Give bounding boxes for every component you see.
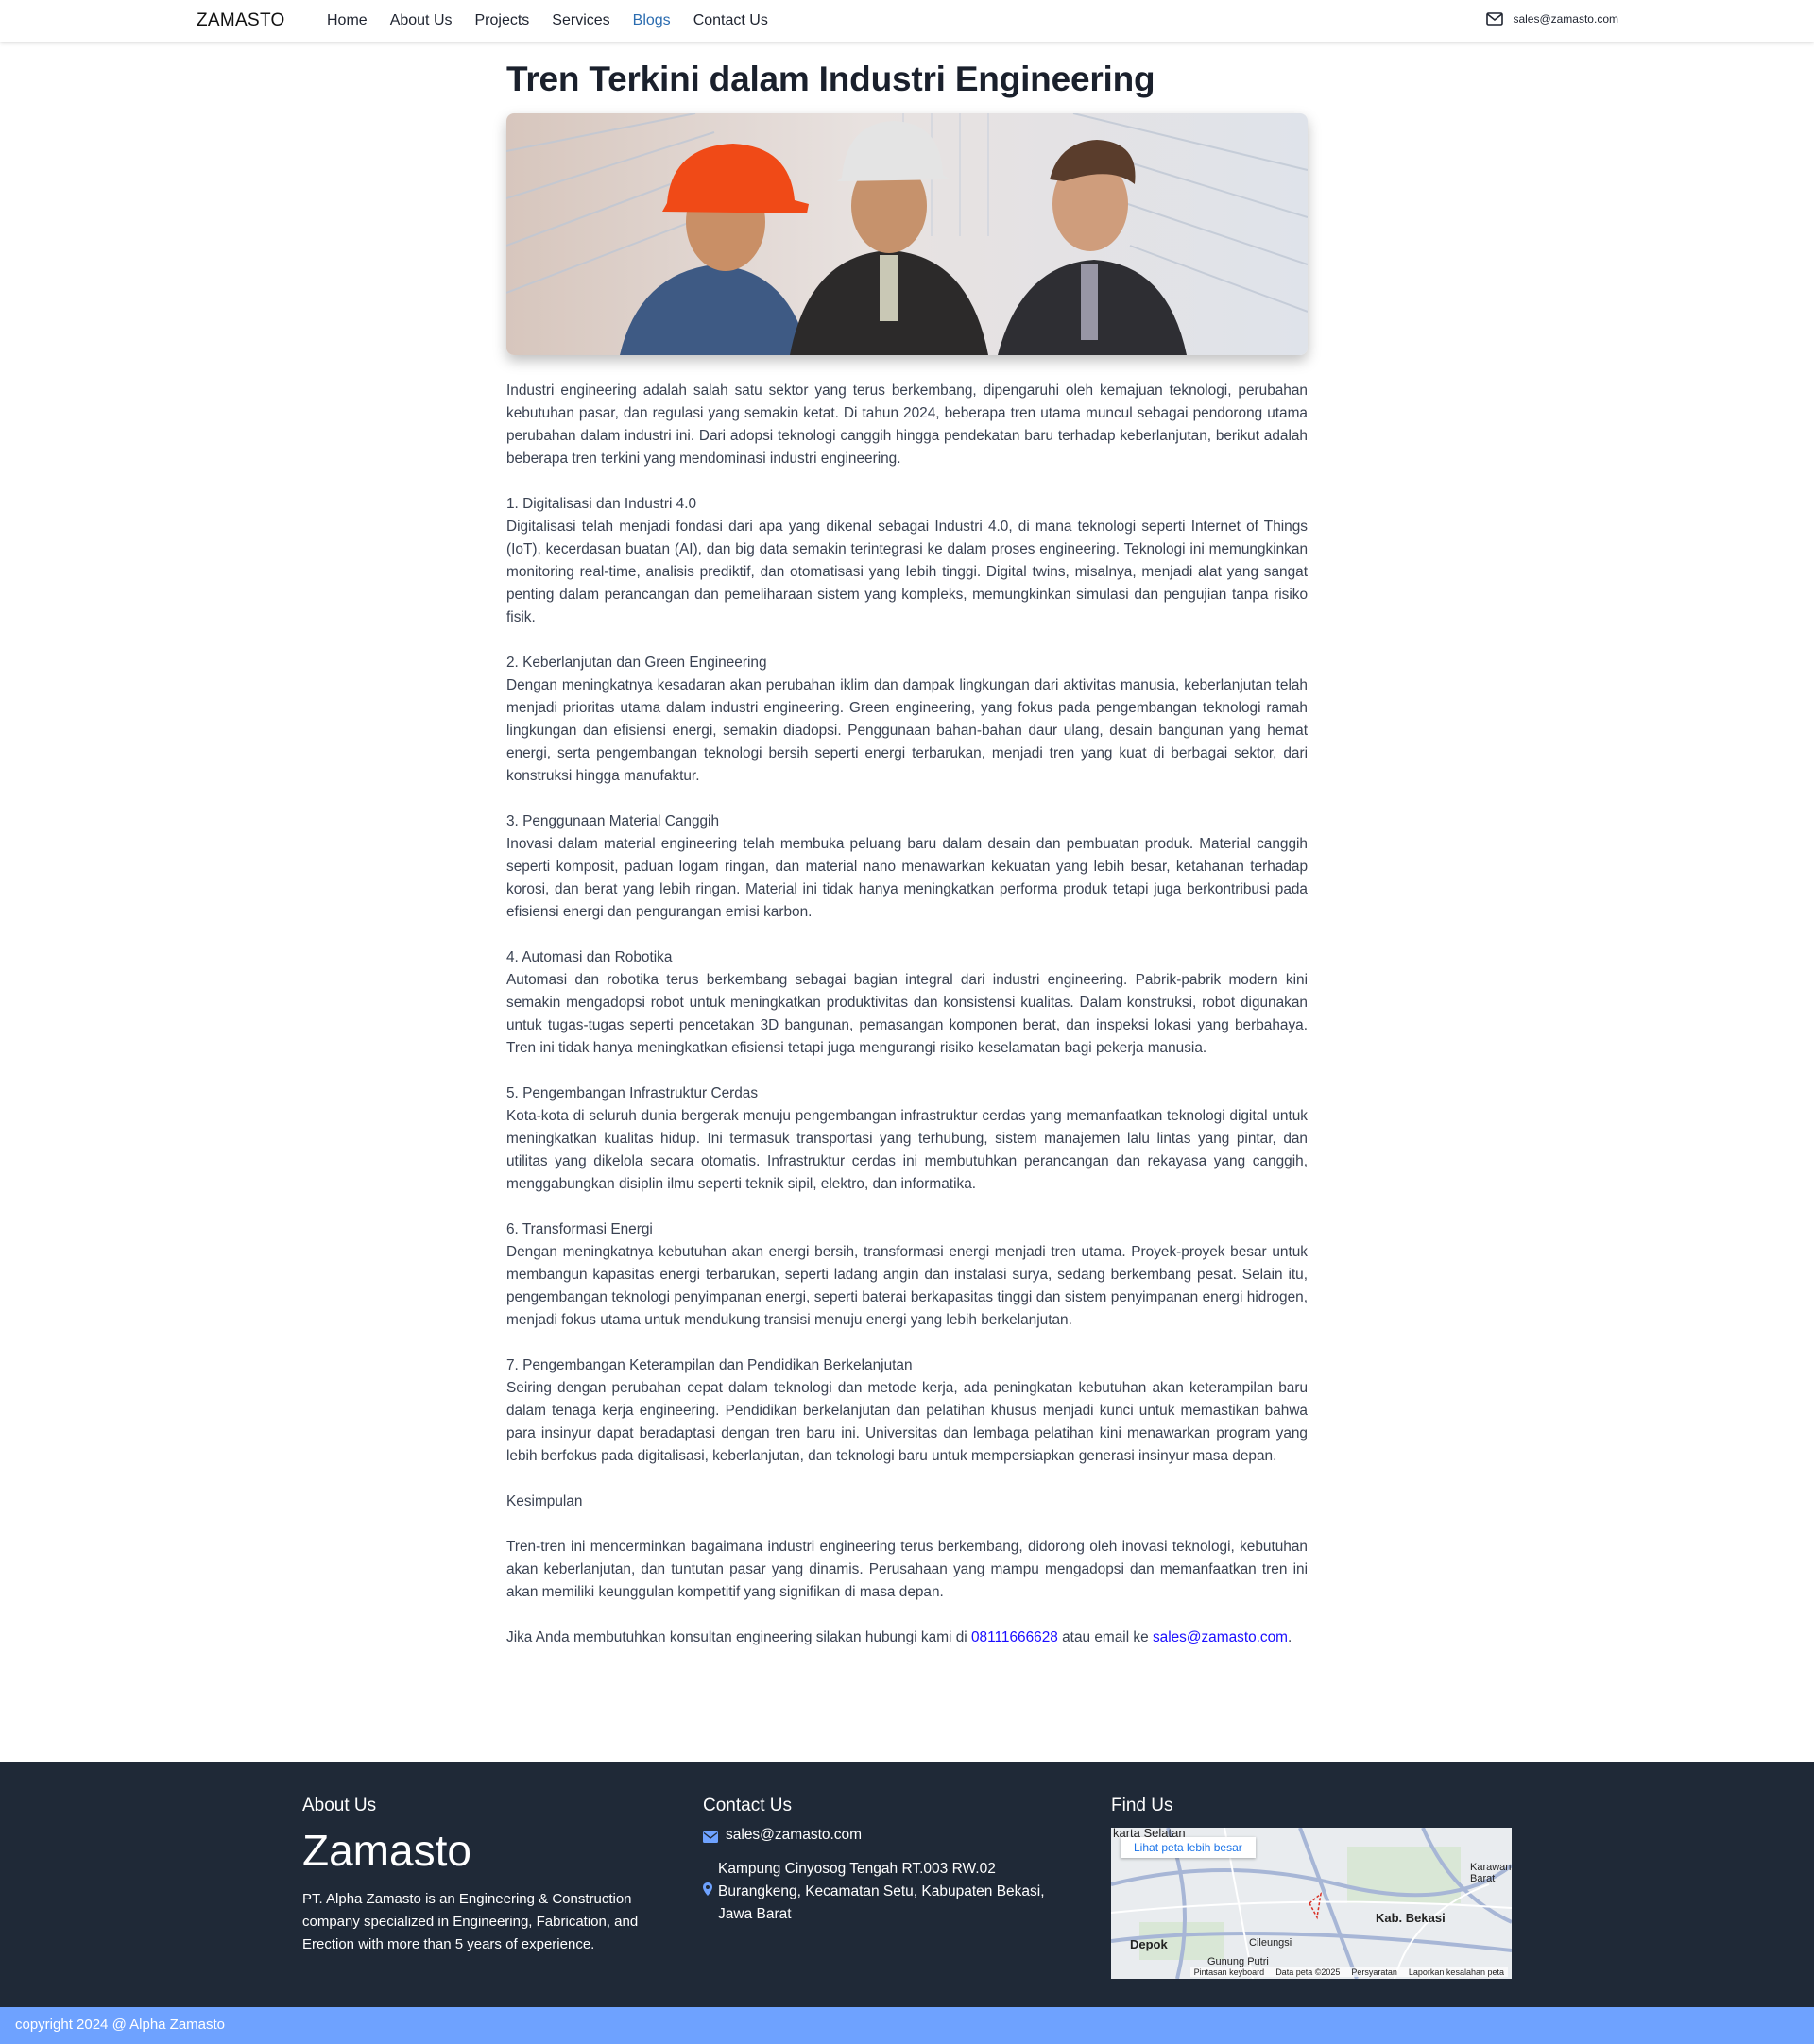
map-attribution: Pintasan keyboard Data peta ©2025 Persya…: [1189, 1967, 1508, 1977]
article-intro: Industri engineering adalah salah satu s…: [506, 383, 1308, 467]
footer-company-name: Zamasto: [302, 1826, 471, 1875]
article-section: 4. Automasi dan Robotika Automasi dan ro…: [506, 946, 1308, 1060]
nav-links: Home About Us Projects Services Blogs Co…: [327, 12, 791, 29]
article-content: Industri engineering adalah salah satu s…: [506, 380, 1308, 1649]
footer-contact-heading: Contact Us: [703, 1796, 792, 1815]
nav-link-about-us[interactable]: About Us: [390, 12, 453, 29]
section-title: 1. Digitalisasi dan Industri 4.0: [506, 496, 697, 512]
brand-logo[interactable]: ZAMASTO: [197, 10, 285, 31]
footer-address-row: Kampung Cinyosog Tengah RT.003 RW.02 Bur…: [703, 1858, 1081, 1926]
copyright-text: copyright 2024 @ Alpha Zamasto: [15, 2017, 226, 2033]
section-title: 4. Automasi dan Robotika: [506, 949, 673, 965]
nav-link-services[interactable]: Services: [552, 12, 609, 29]
contact-cta: Jika Anda membutuhkan konsultan engineer…: [506, 1627, 1308, 1649]
envelope-icon: [1486, 12, 1504, 26]
section-title: 3. Penggunaan Material Canggih: [506, 813, 720, 829]
nav-link-contact-us[interactable]: Contact Us: [693, 12, 768, 29]
article-section: 6. Transformasi Energi Dengan meningkatn…: [506, 1218, 1308, 1332]
map-data-credit: Data peta ©2025: [1275, 1967, 1341, 1977]
cta-suffix: .: [1288, 1629, 1292, 1645]
conclusion-title: Kesimpulan: [506, 1493, 583, 1509]
conclusion-text: Tren-tren ini mencerminkan bagaimana ind…: [506, 1539, 1308, 1600]
section-body: Kota-kota di seluruh dunia bergerak menu…: [506, 1108, 1308, 1192]
map-report-error[interactable]: Laporkan kesalahan peta: [1409, 1967, 1504, 1977]
article-section: 1. Digitalisasi dan Industri 4.0 Digital…: [506, 493, 1308, 629]
section-title: 6. Transformasi Energi: [506, 1221, 653, 1237]
map-terms[interactable]: Persyaratan: [1351, 1967, 1397, 1977]
section-title: 5. Pengembangan Infrastruktur Cerdas: [506, 1085, 759, 1101]
view-larger-map-button[interactable]: Lihat peta lebih besar: [1121, 1837, 1256, 1858]
nav-link-home[interactable]: Home: [327, 12, 368, 29]
article-section: 3. Penggunaan Material Canggih Inovasi d…: [506, 810, 1308, 924]
section-body: Digitalisasi telah menjadi fondasi dari …: [506, 519, 1308, 625]
section-body: Dengan meningkatnya kebutuhan akan energ…: [506, 1244, 1308, 1328]
article-section: 7. Pengembangan Keterampilan dan Pendidi…: [506, 1354, 1308, 1468]
article-title: Tren Terkini dalam Industri Engineering: [506, 60, 1155, 98]
cta-phone-link[interactable]: 08111666628: [971, 1629, 1058, 1645]
section-body: Automasi dan robotika terus berkembang s…: [506, 972, 1308, 1056]
footer-address: Kampung Cinyosog Tengah RT.003 RW.02 Bur…: [718, 1861, 1045, 1922]
nav-email[interactable]: sales@zamasto.com: [1486, 12, 1618, 26]
location-pin-icon: [703, 1881, 718, 1903]
map-label: Kab. Bekasi: [1376, 1911, 1446, 1925]
map-label: Depok: [1130, 1937, 1168, 1951]
nav-email-text: sales@zamasto.com: [1513, 12, 1618, 26]
embedded-map[interactable]: Lihat peta lebih besar karta Selatan Kab…: [1111, 1828, 1512, 1979]
site-footer: About Us Zamasto PT. Alpha Zamasto is an…: [0, 1762, 1814, 2007]
footer-find-us: Find Us Lihat peta lebih besar karta Sel…: [1111, 1796, 1512, 1979]
section-title: 2. Keberlanjutan dan Green Engineering: [506, 655, 767, 671]
footer-email[interactable]: sales@zamasto.com: [726, 1824, 862, 1847]
map-keyboard-shortcuts[interactable]: Pintasan keyboard: [1194, 1967, 1265, 1977]
section-body: Seiring dengan perubahan cepat dalam tek…: [506, 1380, 1308, 1464]
envelope-icon: [703, 1824, 726, 1850]
section-body: Inovasi dalam material engineering telah…: [506, 836, 1308, 920]
map-label: karta Selatan: [1113, 1828, 1186, 1840]
copyright-bar: copyright 2024 @ Alpha Zamasto: [0, 2007, 1814, 2044]
nav-link-blogs[interactable]: Blogs: [633, 12, 671, 29]
footer-about-heading: About Us: [302, 1796, 377, 1815]
section-title: 7. Pengembangan Keterampilan dan Pendidi…: [506, 1357, 913, 1373]
article-section: 5. Pengembangan Infrastruktur Cerdas Kot…: [506, 1082, 1308, 1196]
blog-article: Tren Terkini dalam Industri Engineering: [506, 59, 1308, 1672]
nav-link-projects[interactable]: Projects: [475, 12, 530, 29]
map-label: Karawan Barat: [1470, 1862, 1512, 1884]
footer-description: PT. Alpha Zamasto is an Engineering & Co…: [302, 1891, 639, 1952]
footer-contact: Contact Us sales@zamasto.com Kampung Cin…: [703, 1796, 1081, 1926]
footer-email-row[interactable]: sales@zamasto.com: [703, 1824, 1081, 1850]
top-navbar: ZAMASTO Home About Us Projects Services …: [0, 0, 1814, 42]
section-body: Dengan meningkatnya kesadaran akan perub…: [506, 677, 1308, 784]
cta-email-link[interactable]: sales@zamasto.com: [1153, 1629, 1288, 1645]
article-section: 2. Keberlanjutan dan Green Engineering D…: [506, 652, 1308, 788]
cta-mid: atau email ke: [1057, 1629, 1153, 1645]
map-label: Gunung Putri: [1207, 1956, 1269, 1967]
footer-find-heading: Find Us: [1111, 1796, 1173, 1815]
footer-about: About Us Zamasto PT. Alpha Zamasto is an…: [302, 1796, 680, 1956]
map-label: Cileungsi: [1249, 1937, 1292, 1949]
cta-prefix: Jika Anda membutuhkan konsultan engineer…: [506, 1629, 971, 1645]
hero-image: [506, 113, 1308, 355]
